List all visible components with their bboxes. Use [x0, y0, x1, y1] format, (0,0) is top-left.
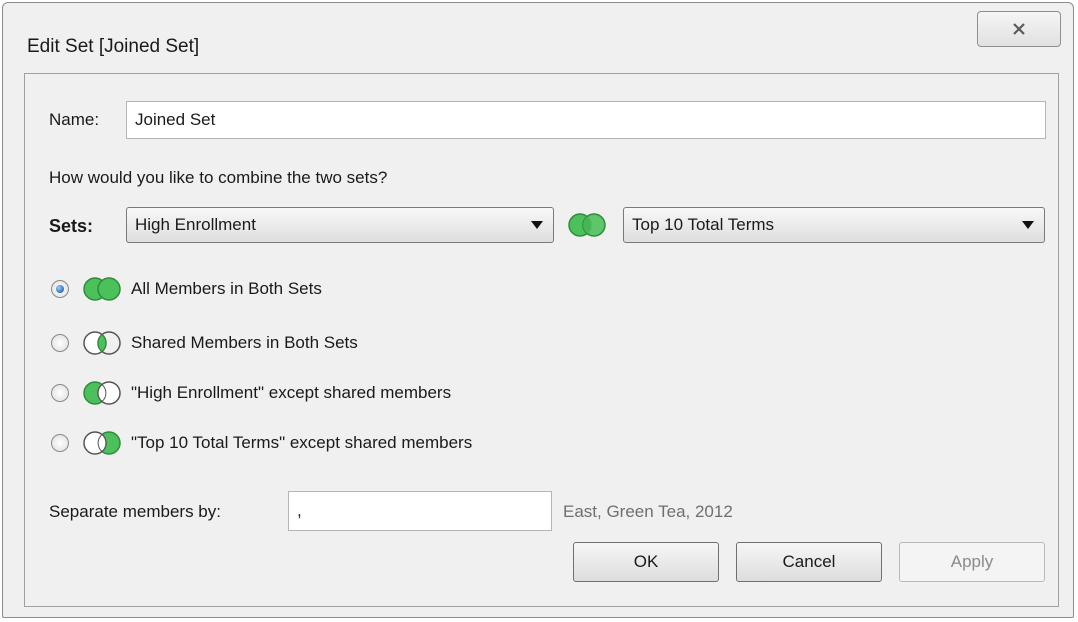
sets-label: Sets: — [49, 216, 94, 236]
separator-example: East, Green Tea, 2012 — [563, 502, 733, 521]
chevron-down-icon — [531, 221, 543, 229]
venn-union-icon — [568, 213, 606, 237]
venn-union-icon — [83, 277, 121, 301]
option-label: "High Enrollment" except shared members — [131, 383, 452, 402]
close-button[interactable] — [977, 11, 1061, 47]
option-shared-members[interactable]: Shared Members in Both Sets — [51, 328, 358, 358]
chevron-down-icon — [1022, 221, 1034, 229]
venn-left-only-icon — [83, 381, 121, 405]
option-label: All Members in Both Sets — [131, 279, 322, 298]
venn-right-only-icon — [83, 431, 121, 455]
left-set-value: High Enrollment — [135, 215, 256, 234]
option-right-except-shared[interactable]: "Top 10 Total Terms" except shared membe… — [51, 428, 472, 458]
option-label: Shared Members in Both Sets — [131, 333, 358, 352]
right-set-dropdown[interactable]: Top 10 Total Terms — [623, 207, 1045, 243]
dialog-body: Name: Joined Set How would you like to c… — [24, 73, 1059, 607]
title-bar: Edit Set [Joined Set] — [3, 3, 1073, 63]
close-icon — [1013, 23, 1025, 35]
separator-input[interactable]: , — [288, 491, 552, 531]
separator-label: Separate members by: — [49, 502, 221, 521]
option-label: "Top 10 Total Terms" except shared membe… — [131, 433, 473, 452]
radio-button[interactable] — [51, 384, 69, 402]
option-left-except-shared[interactable]: "High Enrollment" except shared members — [51, 378, 451, 408]
combine-question: How would you like to combine the two se… — [49, 168, 388, 187]
dialog-title: Edit Set [Joined Set] — [27, 36, 200, 57]
name-input[interactable]: Joined Set — [126, 101, 1046, 139]
cancel-button[interactable]: Cancel — [736, 542, 882, 582]
edit-set-dialog: Edit Set [Joined Set] Name: Joined Set H… — [2, 2, 1074, 618]
left-set-dropdown[interactable]: High Enrollment — [126, 207, 554, 243]
radio-button[interactable] — [51, 334, 69, 352]
right-set-value: Top 10 Total Terms — [632, 215, 775, 234]
radio-button[interactable] — [51, 434, 69, 452]
apply-button[interactable]: Apply — [899, 542, 1045, 582]
venn-intersection-icon — [83, 331, 121, 355]
ok-button[interactable]: OK — [573, 542, 719, 582]
name-label: Name: — [49, 110, 100, 129]
option-all-members[interactable]: All Members in Both Sets — [51, 274, 322, 304]
radio-button-selected[interactable] — [51, 280, 69, 298]
